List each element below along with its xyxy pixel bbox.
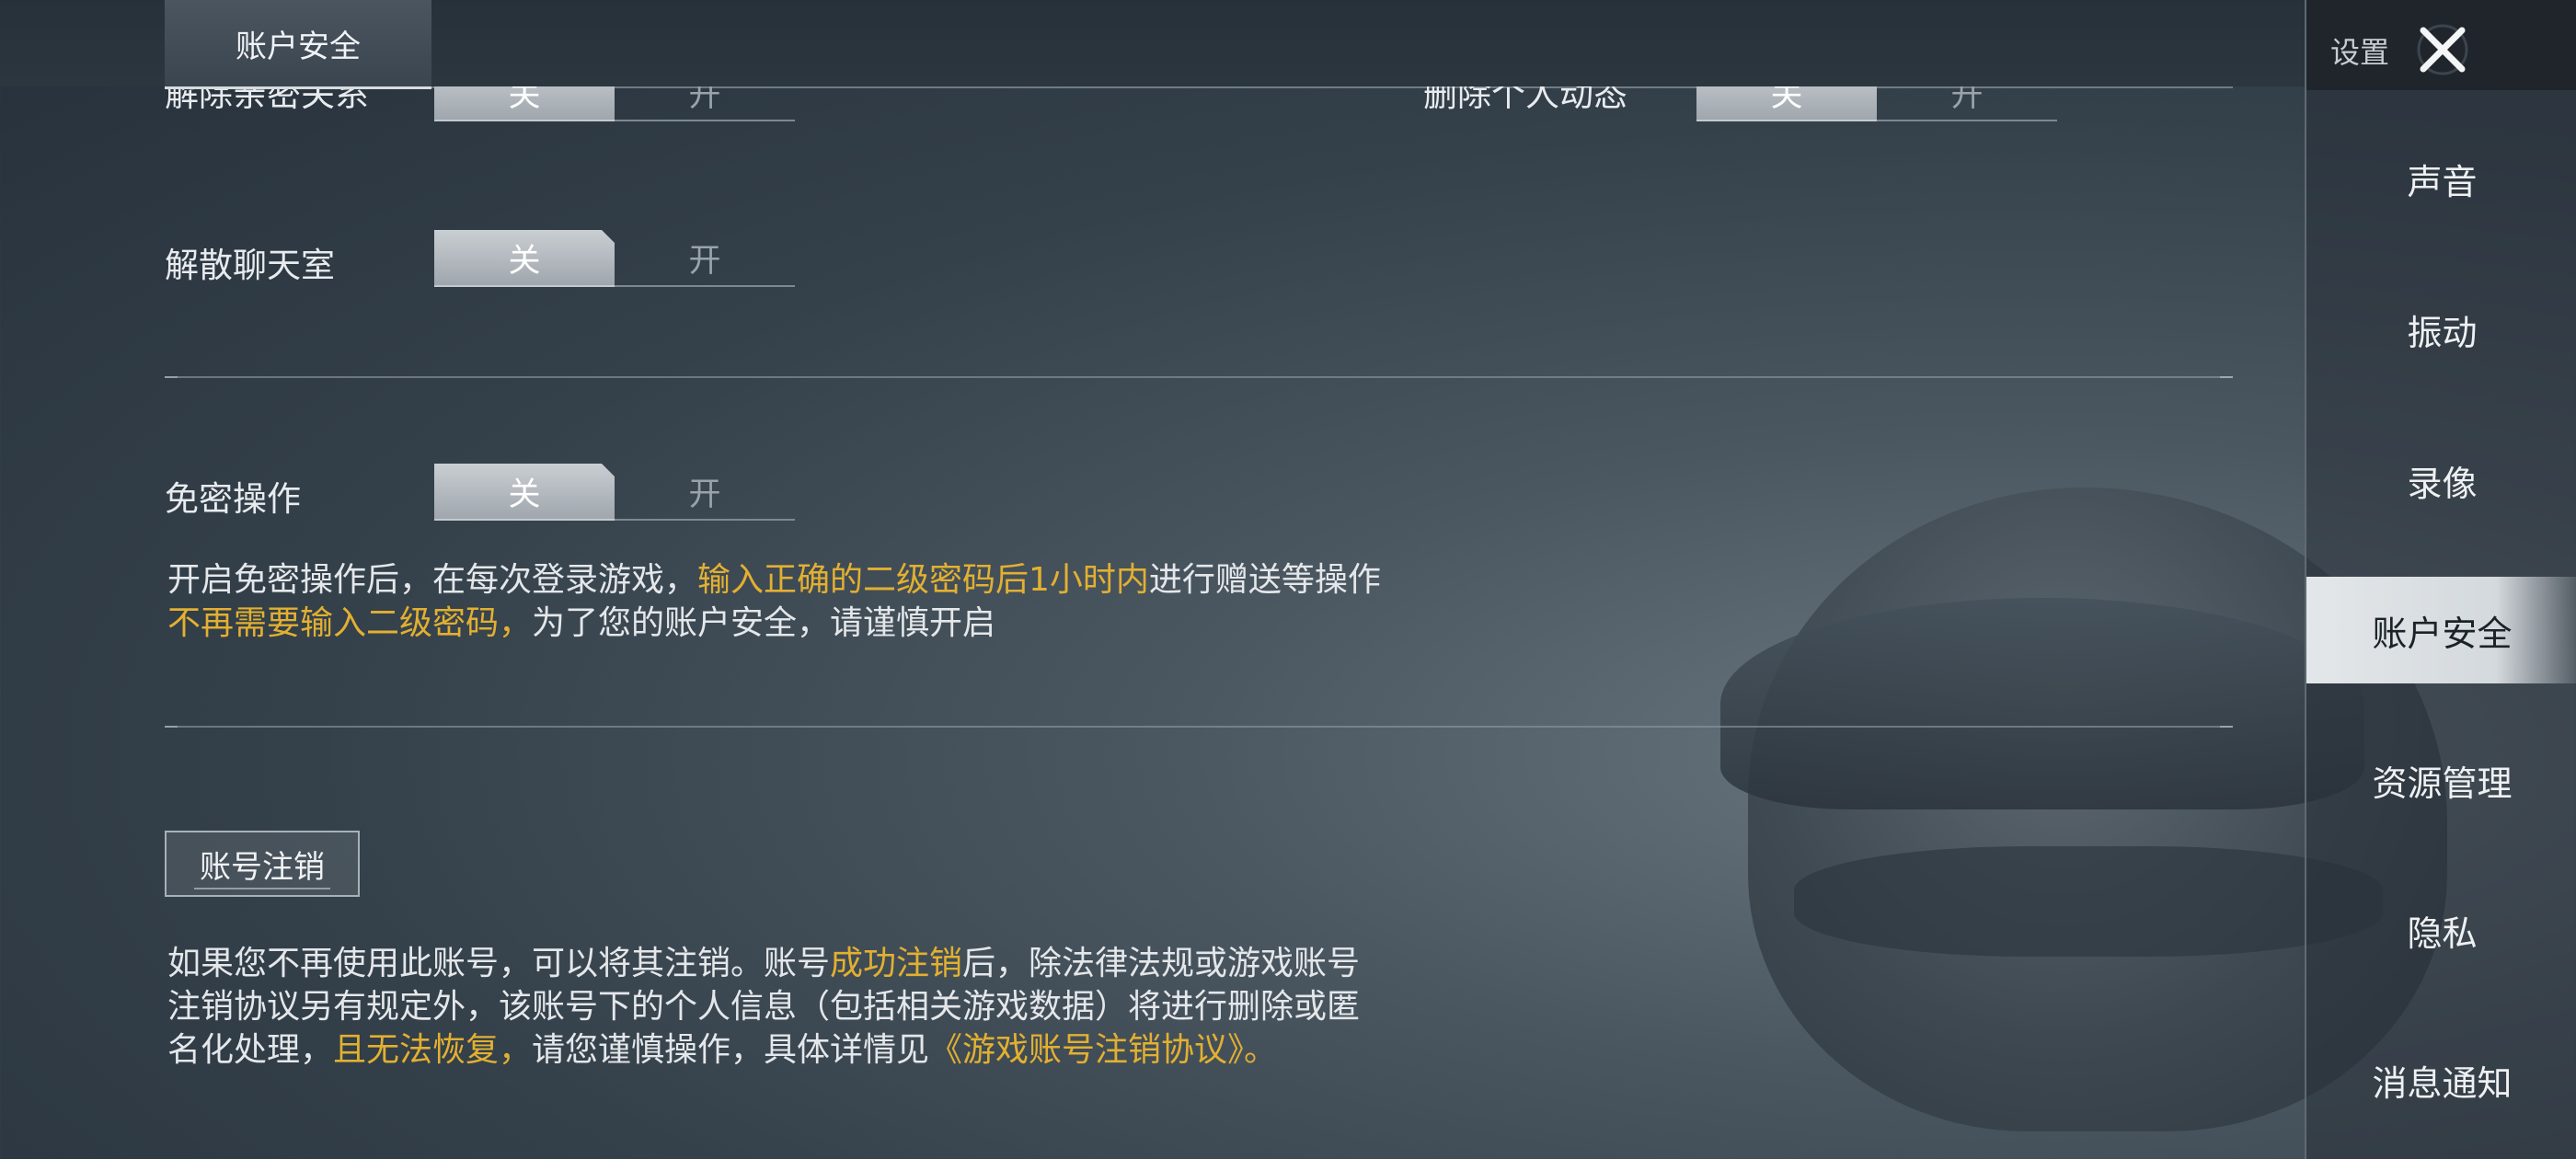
password-free-label: 免密操作 (165, 479, 301, 519)
description-highlight: 且无法恢复， (333, 1031, 533, 1069)
sidebar-item-recording[interactable]: 录像 (2306, 427, 2576, 534)
description-highlight: 不再需要输入二级密码， (167, 604, 533, 642)
dissolve-chatroom-label: 解散聊天室 (165, 246, 335, 285)
settings-sidebar: 设置 声音 振动 录像 账户安全 资源管理 隐私 消息通知 (2305, 0, 2576, 1159)
password-free-toggle[interactable]: 关 开 (434, 464, 795, 521)
description-text: 后，除法律法规或游戏账号 (962, 945, 1361, 982)
toggle-on-option[interactable]: 开 (615, 230, 795, 287)
toggle-on-option[interactable]: 开 (615, 464, 795, 521)
description-line: 如果您不再使用此账号，可以将其注销。账号成功注销后，除法律法规或游戏账号 (167, 942, 1360, 985)
settings-title: 设置 (2330, 35, 2390, 70)
close-icon (2417, 24, 2468, 75)
sidebar-item-vibration[interactable]: 振动 (2306, 276, 2576, 383)
toggle-off-option[interactable]: 关 (434, 464, 615, 521)
sidebar-item-sound[interactable]: 声音 (2306, 125, 2576, 232)
description-text: 如果您不再使用此账号，可以将其注销。账号 (167, 945, 831, 982)
toggle-off-option[interactable]: 关 (434, 230, 615, 287)
account-cancel-button[interactable]: 账号注销 (165, 831, 360, 897)
description-line: 开启免密操作后，在每次登录游戏，输入正确的二级密码后1小时内进行赠送等操作 (167, 558, 1381, 602)
cancel-agreement-link[interactable]: 《游戏账号注销协议》。 (929, 1031, 1277, 1069)
description-highlight: 成功注销 (830, 945, 963, 982)
account-cancel-description: 如果您不再使用此账号，可以将其注销。账号成功注销后，除法律法规或游戏账号 注销协… (167, 942, 1360, 1072)
sidebar-item-account-security[interactable]: 账户安全 (2306, 577, 2576, 683)
description-line: 不再需要输入二级密码，为了您的账户安全，请谨慎开启 (167, 602, 1381, 645)
close-button[interactable] (2409, 17, 2476, 83)
password-free-description: 开启免密操作后，在每次登录游戏，输入正确的二级密码后1小时内进行赠送等操作 不再… (167, 558, 1381, 645)
description-text: 名化处理， (167, 1031, 334, 1069)
account-security-panel: 账户安全 解除亲密关系 关 开 删除个人动态 关 开 解散聊天室 关 开 免密操… (0, 0, 2305, 1159)
description-text: 注销协议另有规定外，该账号下的个人信息（包括相关游戏数据）将进行删除或匿 (167, 988, 1361, 1026)
description-text: 开启免密操作后，在每次登录游戏， (167, 561, 698, 599)
section-divider (165, 726, 2233, 728)
section-divider (165, 376, 2233, 378)
description-line: 注销协议另有规定外，该账号下的个人信息（包括相关游戏数据）将进行删除或匿 (167, 985, 1360, 1028)
sidebar-item-resource-management[interactable]: 资源管理 (2306, 727, 2576, 833)
dissolve-chatroom-toggle[interactable]: 关 开 (434, 230, 795, 287)
description-text: 请您谨慎操作，具体详情见 (532, 1031, 930, 1069)
sidebar-item-privacy[interactable]: 隐私 (2306, 877, 2576, 983)
tab-account-security[interactable]: 账户安全 (165, 0, 431, 89)
description-text: 为了您的账户安全，请谨慎开启 (532, 604, 996, 642)
description-text: 进行赠送等操作 (1148, 561, 1381, 599)
description-line: 名化处理，且无法恢复，请您谨慎操作，具体详情见《游戏账号注销协议》。 (167, 1028, 1360, 1072)
sidebar-item-notifications[interactable]: 消息通知 (2306, 1027, 2576, 1133)
sidebar-header: 设置 (2306, 0, 2576, 90)
description-highlight: 输入正确的二级密码后1小时内 (697, 561, 1149, 599)
